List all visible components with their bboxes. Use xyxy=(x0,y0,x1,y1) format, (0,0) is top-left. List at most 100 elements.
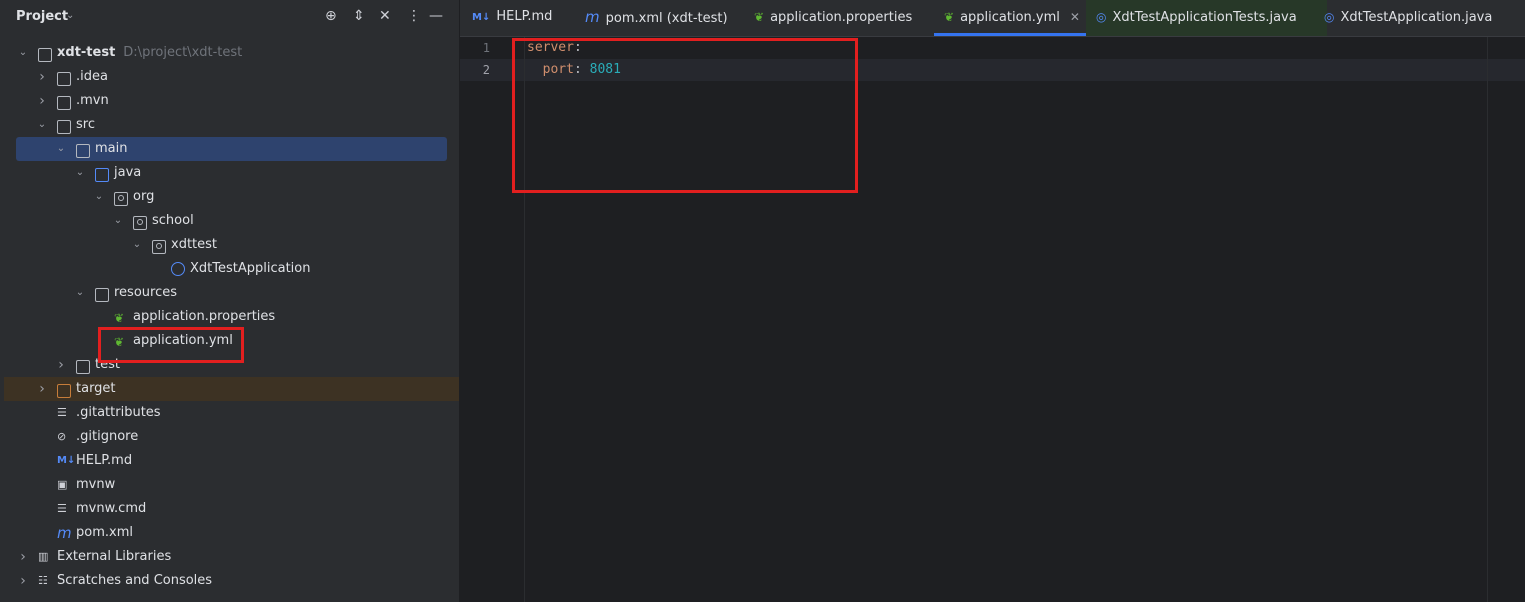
tree-item-label: .gitattributes xyxy=(76,405,161,420)
project-panel-title[interactable]: Project xyxy=(16,9,68,24)
line-number: 1 xyxy=(482,41,490,55)
chevron-right-icon[interactable]: › xyxy=(36,65,48,89)
annotation-box-yaml-content xyxy=(512,38,858,193)
excluded-folder-icon xyxy=(57,384,71,398)
tree-item-label: mvnw.cmd xyxy=(76,501,147,516)
chevron-right-icon[interactable]: › xyxy=(17,569,29,593)
chevron-down-icon[interactable]: ⌄ xyxy=(74,161,86,185)
tree-item-src[interactable]: ⌄ src xyxy=(0,113,459,137)
tree-item-mvnw-cmd[interactable]: ☰ mvnw.cmd xyxy=(0,497,459,521)
tree-item-gitattributes[interactable]: ☰ .gitattributes xyxy=(0,401,459,425)
line-number: 2 xyxy=(482,63,490,77)
project-panel: Project ⌄ ⊕ ⇕ ✕ ⋮ — ⌄ xdt-test D:\project\… xyxy=(0,0,459,602)
tree-item-label: resources xyxy=(114,285,178,300)
tree-item-xdttestapplication[interactable]: XdtTestApplication xyxy=(0,257,459,281)
tree-item-label: xdt-test D:\project\xdt-test xyxy=(57,45,243,60)
tab-label: application.properties xyxy=(770,10,913,25)
markdown-icon: M↓ xyxy=(472,12,491,23)
tree-item-school[interactable]: ⌄ school xyxy=(0,209,459,233)
chevron-down-icon[interactable]: ⌄ xyxy=(93,185,105,209)
annotation-box-application-yml xyxy=(98,327,244,363)
tree-item-label: Scratches and Consoles xyxy=(57,573,213,588)
tree-item-label: External Libraries xyxy=(57,549,172,564)
maven-icon: m xyxy=(57,524,72,542)
tab-application-yml[interactable]: ❦ application.yml ✕ xyxy=(934,0,1090,36)
tree-item-org[interactable]: ⌄ org xyxy=(0,185,459,209)
close-icon[interactable]: ✕ xyxy=(1070,10,1080,24)
chevron-down-icon[interactable]: ⌄ xyxy=(17,41,29,65)
tab-label: HELP.md xyxy=(496,9,553,24)
tab-pom-xml-xdt-test[interactable]: m pom.xml (xdt-test) xyxy=(585,0,728,36)
chevron-right-icon[interactable]: › xyxy=(55,353,67,377)
package-icon xyxy=(152,240,166,254)
collapse-all-icon[interactable]: ✕ xyxy=(379,8,391,24)
tree-item-target[interactable]: › target xyxy=(0,377,459,401)
libraries-icon: ▥ xyxy=(38,550,49,563)
chevron-down-icon[interactable]: ⌄ xyxy=(131,233,143,257)
tree-item-resources[interactable]: ⌄ resources xyxy=(0,281,459,305)
project-path-hint: D:\project\xdt-test xyxy=(123,45,243,60)
maven-icon: m xyxy=(585,8,600,26)
tree-item-mvn[interactable]: › .mvn xyxy=(0,89,459,113)
tree-item-label: target xyxy=(76,381,116,396)
tree-item-label: XdtTestApplication xyxy=(190,261,311,276)
chevron-down-icon[interactable]: ⌄ xyxy=(74,281,86,305)
locate-icon[interactable]: ⊕ xyxy=(325,8,337,24)
tree-item-label: pom.xml xyxy=(76,525,133,540)
shell-script-icon: ▣ xyxy=(57,478,68,491)
tab-label: XdtTestApplication.java xyxy=(1340,10,1493,25)
tree-item-label: application.properties xyxy=(133,309,276,324)
expand-all-icon[interactable]: ⇕ xyxy=(353,8,365,24)
folder-icon xyxy=(57,96,71,110)
tab-label: application.yml xyxy=(960,10,1060,25)
hide-icon[interactable]: — xyxy=(429,8,443,24)
tree-item-label: school xyxy=(152,213,194,228)
tree-item-help-md[interactable]: M↓ HELP.md xyxy=(0,449,459,473)
tree-item-scratches-and-consoles[interactable]: › ☷ Scratches and Consoles xyxy=(0,569,459,593)
tree-item-application-properties[interactable]: ❦ application.properties xyxy=(0,305,459,329)
tab-help-md[interactable]: M↓ HELP.md xyxy=(472,0,552,36)
project-panel-header: Project ⌄ ⊕ ⇕ ✕ ⋮ — xyxy=(0,0,459,34)
chevron-right-icon[interactable]: › xyxy=(36,377,48,401)
scratches-icon: ☷ xyxy=(38,574,48,587)
module-folder-icon xyxy=(38,48,52,62)
text-file-icon: ☰ xyxy=(57,406,67,419)
chevron-down-icon[interactable]: ⌄ xyxy=(112,209,124,233)
tree-item-pom-xml[interactable]: m pom.xml xyxy=(0,521,459,545)
options-icon[interactable]: ⋮ xyxy=(407,8,421,24)
tree-item-label: HELP.md xyxy=(76,453,133,468)
package-icon xyxy=(114,192,128,206)
resources-folder-icon xyxy=(95,288,109,302)
right-margin-guide xyxy=(1487,37,1488,602)
chevron-right-icon[interactable]: › xyxy=(17,545,29,569)
tree-item-label: .idea xyxy=(76,69,108,84)
chevron-down-icon[interactable]: ⌄ xyxy=(55,137,67,161)
tab-label: XdtTestApplicationTests.java xyxy=(1112,10,1297,25)
tree-item-main[interactable]: ⌄ main xyxy=(0,137,459,161)
markdown-icon: M↓ xyxy=(57,455,76,466)
chevron-down-icon[interactable]: ⌄ xyxy=(36,113,48,137)
text-file-icon: ☰ xyxy=(57,502,67,515)
chevron-right-icon[interactable]: › xyxy=(36,89,48,113)
tree-item-xdttest[interactable]: ⌄ xdttest xyxy=(0,233,459,257)
tab-xdttestapplicationtests-java[interactable]: ◎ XdtTestApplicationTests.java xyxy=(1086,0,1327,36)
tree-item-xdt-test[interactable]: ⌄ xdt-test D:\project\xdt-test xyxy=(0,41,459,65)
tab-application-properties[interactable]: ❦ application.properties xyxy=(754,0,912,36)
tree-item-label: src xyxy=(76,117,95,132)
tab-label: pom.xml (xdt-test) xyxy=(605,11,728,26)
tree-item-mvnw[interactable]: ▣ mvnw xyxy=(0,473,459,497)
tree-item-label: mvnw xyxy=(76,477,116,492)
spring-config-icon: ❦ xyxy=(114,311,125,325)
tree-item-gitignore[interactable]: ⊘ .gitignore xyxy=(0,425,459,449)
tree-item-idea[interactable]: › .idea xyxy=(0,65,459,89)
package-icon xyxy=(133,216,147,230)
tree-item-java[interactable]: ⌄ java xyxy=(0,161,459,185)
spring-class-icon xyxy=(171,262,185,276)
folder-icon xyxy=(76,144,90,158)
ignore-file-icon: ⊘ xyxy=(57,430,67,443)
tab-xdttestapplication-java[interactable]: ◎ XdtTestApplication.java xyxy=(1324,0,1492,36)
tree-item-label: xdttest xyxy=(171,237,218,252)
tree-item-external-libraries[interactable]: › ▥ External Libraries xyxy=(0,545,459,569)
chevron-down-icon[interactable]: ⌄ xyxy=(66,10,74,21)
tree-item-label: .gitignore xyxy=(76,429,139,444)
